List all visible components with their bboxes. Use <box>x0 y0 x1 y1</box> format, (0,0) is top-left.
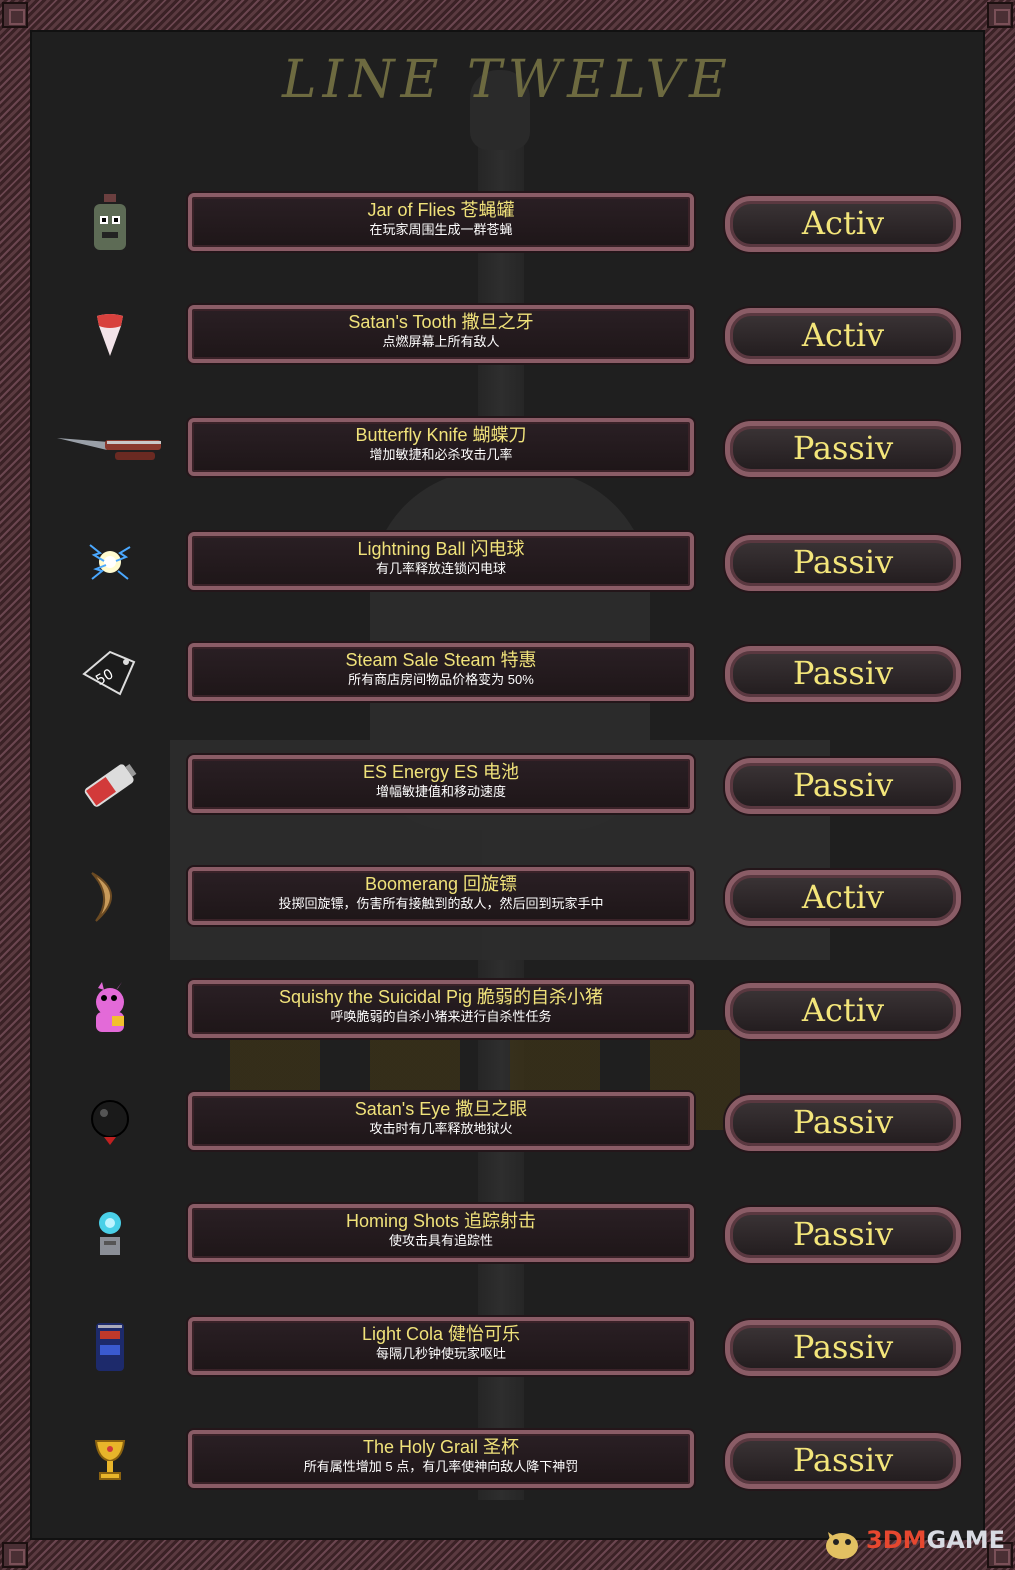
price-tag-icon: 50 <box>55 638 165 708</box>
item-row: ES Energy ES 电池增幅敏捷值和移动速度 Passiv <box>0 750 1015 830</box>
frame-corner <box>987 2 1013 28</box>
item-row: Light Cola 健怡可乐每隔几秒钟使玩家呕吐 Passiv <box>0 1312 1015 1392</box>
item-plaque: Squishy the Suicidal Pig 脆弱的自杀小猪呼唤脆弱的自杀小… <box>188 980 694 1038</box>
item-plaque: Satan's Eye 撒旦之眼攻击时有几率释放地狱火 <box>188 1092 694 1150</box>
item-description: 增幅敏捷值和移动速度 <box>375 784 506 799</box>
watermark-text: 3DMGAME <box>866 1526 1005 1554</box>
item-plaque: The Holy Grail 圣杯所有属性增加 5 点，有几率使神向敌人降下神罚 <box>188 1430 694 1488</box>
item-description: 投掷回旋镖，伤害所有接触到的敌人，然后回到玩家手中 <box>278 896 604 911</box>
item-name: Satan's Eye 撒旦之眼 <box>354 1099 528 1119</box>
homing-icon <box>55 1199 165 1269</box>
knife-icon <box>55 413 165 483</box>
item-name: ES Energy ES 电池 <box>362 762 520 782</box>
item-name: Jar of Flies 苍蝇罐 <box>367 200 515 220</box>
item-name: Homing Shots 追踪射击 <box>345 1211 537 1231</box>
item-name: Butterfly Knife 蝴蝶刀 <box>355 425 527 445</box>
cola-can-icon <box>55 1312 165 1382</box>
item-plaque: ES Energy ES 电池增幅敏捷值和移动速度 <box>188 755 694 813</box>
item-name: The Holy Grail 圣杯 <box>362 1437 520 1457</box>
item-row: 50 Steam Sale Steam 特惠所有商店房间物品价格变为 50% Pas… <box>0 638 1015 718</box>
site-watermark: 3DMGAME <box>820 1520 1010 1564</box>
item-row: Jar of Flies 苍蝇罐在玩家周围生成一群苍蝇 Activ <box>0 188 1015 268</box>
item-row: The Holy Grail 圣杯所有属性增加 5 点，有几率使神向敌人降下神罚… <box>0 1425 1015 1505</box>
item-plaque: Boomerang 回旋镖投掷回旋镖，伤害所有接触到的敌人，然后回到玩家手中 <box>188 867 694 925</box>
pig-icon <box>55 975 165 1045</box>
page-title: LINE TWELVE <box>281 50 734 110</box>
item-type-badge: Passiv <box>725 535 961 591</box>
item-type-badge: Activ <box>725 308 961 364</box>
item-type-badge: Activ <box>725 983 961 1039</box>
battery-icon <box>55 750 165 820</box>
item-type-badge: Passiv <box>725 421 961 477</box>
item-description: 呼唤脆弱的自杀小猪来进行自杀性任务 <box>330 1009 552 1024</box>
lightning-ball-icon <box>55 527 165 597</box>
item-row: Squishy the Suicidal Pig 脆弱的自杀小猪呼唤脆弱的自杀小… <box>0 975 1015 1055</box>
item-plaque: Satan's Tooth 撒旦之牙点燃屏幕上所有敌人 <box>188 305 694 363</box>
item-description: 所有属性增加 5 点，有几率使神向敌人降下神罚 <box>303 1459 579 1474</box>
item-description: 在玩家周围生成一群苍蝇 <box>369 222 513 237</box>
item-plaque: Jar of Flies 苍蝇罐在玩家周围生成一群苍蝇 <box>188 193 694 251</box>
item-row: Butterfly Knife 蝴蝶刀增加敏捷和必杀攻击几率 Passiv <box>0 413 1015 493</box>
item-description: 点燃屏幕上所有敌人 <box>382 334 500 349</box>
item-type-badge: Passiv <box>725 1095 961 1151</box>
item-row: Boomerang 回旋镖投掷回旋镖，伤害所有接触到的敌人，然后回到玩家手中 Ac… <box>0 862 1015 942</box>
item-name: Lightning Ball 闪电球 <box>357 539 525 559</box>
item-row: Homing Shots 追踪射击使攻击具有追踪性 Passiv <box>0 1199 1015 1279</box>
item-name: Steam Sale Steam 特惠 <box>345 650 537 670</box>
item-row: Lightning Ball 闪电球有几率释放连锁闪电球 Passiv <box>0 527 1015 607</box>
frame-corner <box>2 2 28 28</box>
item-name: Satan's Tooth 撒旦之牙 <box>348 312 534 332</box>
item-plaque: Homing Shots 追踪射击使攻击具有追踪性 <box>188 1204 694 1262</box>
item-description: 所有商店房间物品价格变为 50% <box>348 672 534 687</box>
boomerang-icon <box>55 862 165 932</box>
item-name: Boomerang 回旋镖 <box>364 874 518 894</box>
item-description: 每隔几秒钟使玩家呕吐 <box>375 1346 506 1361</box>
item-type-badge: Passiv <box>725 1320 961 1376</box>
mascot-icon <box>826 1532 858 1559</box>
item-type-badge: Passiv <box>725 758 961 814</box>
item-type-badge: Passiv <box>725 1433 961 1489</box>
item-row: Satan's Tooth 撒旦之牙点燃屏幕上所有敌人 Activ <box>0 300 1015 380</box>
item-type-badge: Passiv <box>725 1207 961 1263</box>
item-name: Squishy the Suicidal Pig 脆弱的自杀小猪 <box>278 987 604 1007</box>
tooth-icon <box>55 300 165 370</box>
item-plaque: Butterfly Knife 蝴蝶刀增加敏捷和必杀攻击几率 <box>188 418 694 476</box>
item-type-badge: Activ <box>725 870 961 926</box>
item-type-badge: Passiv <box>725 646 961 702</box>
item-plaque: Steam Sale Steam 特惠所有商店房间物品价格变为 50% <box>188 643 694 701</box>
item-type-badge: Activ <box>725 196 961 252</box>
item-name: Light Cola 健怡可乐 <box>361 1324 521 1344</box>
watermark-suffix: GAME <box>926 1526 1006 1554</box>
item-description: 使攻击具有追踪性 <box>388 1233 493 1248</box>
watermark-prefix: 3DM <box>866 1526 927 1554</box>
eye-icon <box>55 1087 165 1157</box>
item-plaque: Lightning Ball 闪电球有几率释放连锁闪电球 <box>188 532 694 590</box>
item-plaque: Light Cola 健怡可乐每隔几秒钟使玩家呕吐 <box>188 1317 694 1375</box>
item-description: 增加敏捷和必杀攻击几率 <box>369 447 513 462</box>
item-row: Satan's Eye 撒旦之眼攻击时有几率释放地狱火 Passiv <box>0 1087 1015 1167</box>
item-description: 攻击时有几率释放地狱火 <box>369 1121 513 1136</box>
item-description: 有几率释放连锁闪电球 <box>375 561 506 576</box>
grail-icon <box>55 1425 165 1495</box>
jar-icon <box>55 188 165 258</box>
frame-corner <box>2 1542 28 1568</box>
